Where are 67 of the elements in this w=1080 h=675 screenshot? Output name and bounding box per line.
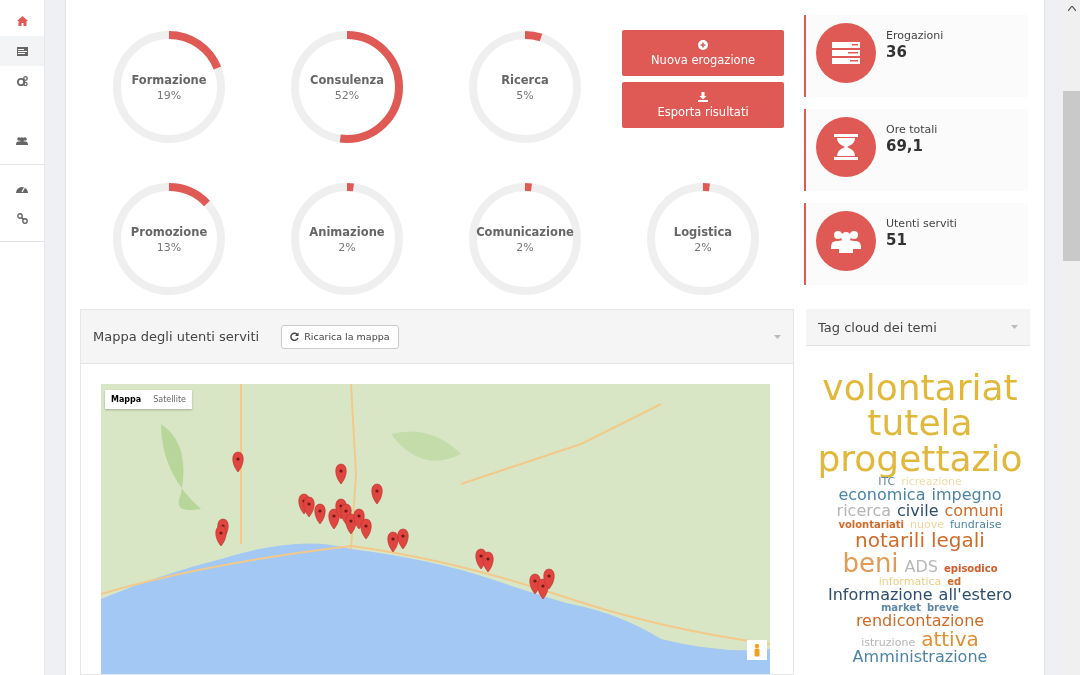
download-icon — [698, 91, 708, 102]
tag-word[interactable]: attiva — [921, 628, 979, 649]
donut-label: Animazione — [309, 224, 385, 239]
panel-title: Mappa degli utenti serviti — [93, 329, 260, 344]
tag-word[interactable]: volontariat — [822, 370, 1018, 406]
stat-value: 36 — [886, 43, 908, 61]
donut-percent: 2% — [338, 240, 356, 254]
tag-word[interactable]: civile — [897, 502, 939, 519]
link-icon — [16, 212, 28, 224]
refresh-icon — [290, 332, 300, 341]
scroll-up-icon[interactable] — [1067, 6, 1076, 11]
tag-word[interactable]: rendicontazione — [855, 612, 985, 629]
stat-label: Utenti serviti — [886, 217, 957, 230]
caret-icon — [774, 334, 781, 339]
action-button[interactable]: Esporta risultati — [622, 82, 784, 128]
donut-percent: 5% — [516, 88, 534, 102]
stat-icon — [816, 117, 876, 177]
map-type-button[interactable]: Mappa — [105, 390, 148, 409]
scrollbar[interactable] — [1063, 0, 1080, 675]
stat-label: Erogazioni — [886, 29, 944, 42]
donut-percent: 52% — [334, 88, 360, 102]
action-button[interactable]: Nuova erogazione — [622, 30, 784, 76]
tag-word[interactable]: fundraise — [950, 518, 1002, 530]
tag-word[interactable]: economica — [838, 486, 926, 503]
tag-word[interactable]: beni — [842, 549, 899, 576]
tag-word[interactable]: Informazione — [828, 586, 933, 603]
tag-word[interactable]: ed — [947, 576, 962, 587]
donut-label: Consulenza — [310, 72, 384, 87]
tag-word[interactable]: istruzione — [861, 636, 916, 648]
donut-percent: 13% — [156, 240, 182, 254]
cogs-icon — [16, 76, 28, 86]
tag-word[interactable]: Amministrazione — [852, 648, 988, 665]
plus-circle-icon — [698, 39, 708, 50]
tag-word[interactable]: legali — [931, 529, 985, 550]
donut-label: Formazione — [131, 72, 207, 87]
tag-word[interactable]: comuni — [944, 502, 1004, 519]
donut-label: Ricerca — [501, 72, 549, 87]
tag-word[interactable]: ricerca — [836, 502, 892, 519]
stat-label: Ore totali — [886, 123, 938, 136]
donut-label: Logistica — [673, 224, 733, 239]
tag-word[interactable]: ADS — [904, 558, 938, 575]
tag-word[interactable]: notarili — [855, 529, 925, 550]
donut-label: Comunicazione — [476, 224, 574, 239]
tag-word[interactable]: market — [880, 602, 921, 613]
caret-icon — [1011, 325, 1018, 329]
stat-value: 51 — [886, 231, 908, 249]
donut-label: Promozione — [130, 224, 208, 239]
tag-word[interactable]: volontariati — [838, 519, 905, 530]
stat-icon — [816, 23, 876, 83]
tag-word[interactable]: impegno — [931, 486, 1002, 503]
donut-percent: 2% — [516, 240, 534, 254]
tag-word[interactable]: all'estero — [938, 586, 1012, 603]
stat-icon — [816, 211, 876, 271]
tag-word[interactable]: progettazio — [817, 440, 1023, 476]
map-type-button[interactable]: Satellite — [147, 390, 192, 409]
tag-word[interactable]: episodico — [944, 563, 998, 574]
tag-word[interactable]: tutela — [867, 405, 973, 441]
tag-word[interactable]: breve — [926, 602, 960, 613]
reload-button[interactable]: Ricarica la mappa — [281, 324, 399, 349]
donut-percent: 2% — [694, 240, 712, 254]
donut-percent: 19% — [156, 88, 182, 102]
users-icon — [16, 136, 28, 146]
home-icon — [16, 16, 28, 26]
sidebar-item[interactable] — [0, 36, 44, 66]
list-icon — [16, 46, 28, 56]
stat-value: 69,1 — [886, 137, 924, 155]
panel-title: Tag cloud dei temi — [818, 319, 937, 335]
